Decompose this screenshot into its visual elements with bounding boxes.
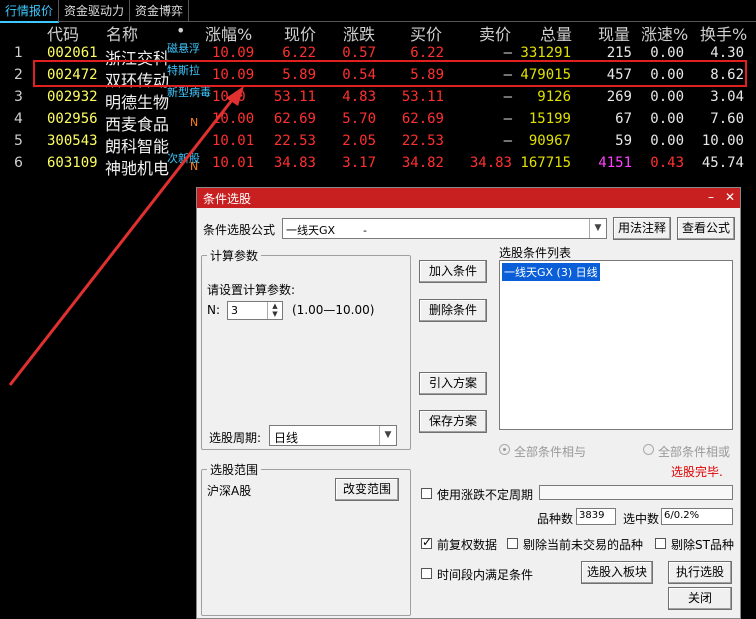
select-to-board-button[interactable]: 选股入板块 xyxy=(581,561,653,584)
spinner-icon[interactable]: ▲ ▼ xyxy=(267,302,282,319)
dialog-titlebar: 条件选股 – ✕ xyxy=(197,188,740,208)
exclude-not-traded-checkbox[interactable] xyxy=(507,538,518,549)
calc-params-title: 计算参数 xyxy=(207,247,262,264)
stock-count-label: 品种数 xyxy=(537,512,574,526)
load-scheme-button[interactable]: 引入方案 xyxy=(419,372,487,395)
condition-list-label: 选股条件列表 xyxy=(499,246,572,260)
close-icon[interactable]: ✕ xyxy=(725,190,735,204)
stock-count-field: 3839 xyxy=(576,508,616,525)
uncertain-period-checkbox[interactable] xyxy=(421,488,432,499)
all-and-label: 全部条件相与 xyxy=(514,445,587,459)
all-or-radio[interactable] xyxy=(643,444,654,455)
uncertain-period-label: 使用涨跌不定周期 xyxy=(437,488,534,502)
condition-list-item[interactable]: 一线天GX (3) 日线 xyxy=(502,263,600,281)
period-label: 选股周期: xyxy=(209,431,262,445)
selected-value: 6/0.2% xyxy=(664,510,700,521)
progress-bar xyxy=(539,485,733,500)
selected-field: 6/0.2% xyxy=(661,508,733,525)
all-or-label: 全部条件相或 xyxy=(658,445,731,459)
delete-condition-button[interactable]: 删除条件 xyxy=(419,299,487,322)
condition-list[interactable]: 一线天GX (3) 日线 xyxy=(499,260,733,430)
period-value: 日线 xyxy=(274,431,299,445)
prev-adjust-label: 前复权数据 xyxy=(437,538,498,552)
formula-select[interactable]: 一线天GX - ▼ xyxy=(282,218,607,239)
exclude-st-checkbox[interactable] xyxy=(655,538,666,549)
save-scheme-button[interactable]: 保存方案 xyxy=(419,410,487,433)
exclude-not-traded-label: 剔除当前未交易的品种 xyxy=(523,538,644,552)
usage-notes-button[interactable]: 用法注释 xyxy=(613,217,671,240)
minimize-icon[interactable]: – xyxy=(708,190,714,204)
time-period-checkbox[interactable] xyxy=(421,568,432,579)
all-and-radio[interactable] xyxy=(499,444,510,455)
selected-label: 选中数 xyxy=(623,512,660,526)
add-condition-button[interactable]: 加入条件 xyxy=(419,260,487,283)
view-formula-button[interactable]: 查看公式 xyxy=(677,217,735,240)
chevron-down-icon[interactable]: ▼ xyxy=(589,219,606,238)
formula-label: 条件选股公式 xyxy=(203,223,276,237)
execute-button[interactable]: 执行选股 xyxy=(668,561,732,584)
param-value: 3 xyxy=(231,304,238,317)
dialog-title: 条件选股 xyxy=(203,192,252,206)
close-button[interactable]: 关闭 xyxy=(668,587,732,610)
calc-prompt: 请设置计算参数: xyxy=(207,283,296,297)
exclude-st-label: 剔除ST品种 xyxy=(671,538,734,552)
param-name: N: xyxy=(207,303,221,317)
chevron-down-icon[interactable]: ▼ xyxy=(379,426,396,445)
prev-adjust-checkbox[interactable] xyxy=(421,535,432,549)
stock-count-value: 3839 xyxy=(579,510,605,521)
status-text: 选股完毕. xyxy=(671,465,723,479)
change-range-button[interactable]: 改变范围 xyxy=(335,478,399,501)
time-period-label: 时间段内满足条件 xyxy=(437,568,534,582)
condition-select-dialog: 条件选股 – ✕ 条件选股公式 一线天GX - ▼ 用法注释 查看公式 计算参数… xyxy=(196,187,741,619)
param-range: (1.00—10.00) xyxy=(292,303,375,317)
range-group-title: 选股范围 xyxy=(207,461,262,478)
formula-value: 一线天GX - xyxy=(286,224,368,237)
period-select[interactable]: 日线 ▼ xyxy=(269,425,397,446)
param-input[interactable]: 3 ▲ ▼ xyxy=(227,301,283,320)
range-value: 沪深A股 xyxy=(207,484,252,498)
